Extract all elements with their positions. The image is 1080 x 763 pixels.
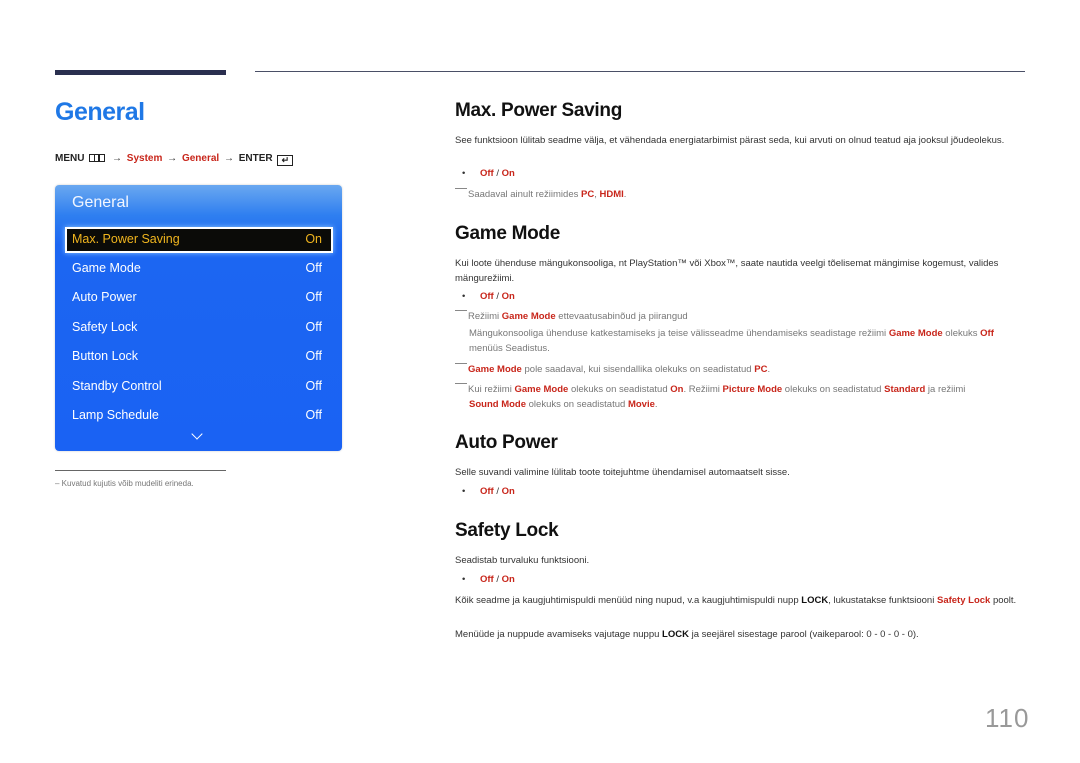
header-bar-thin bbox=[255, 71, 1025, 72]
footnote: – Kuvatud kujutis võib mudeliti erineda. bbox=[55, 479, 194, 488]
osd-item-value: Off bbox=[305, 290, 322, 304]
osd-item-label: Safety Lock bbox=[72, 320, 138, 334]
osd-item-safety-lock[interactable]: Safety Lock Off bbox=[66, 315, 332, 339]
game-mode-note-disconnect: Mängukonsooliga ühenduse katkestamiseks … bbox=[469, 328, 994, 354]
auto-power-options: • Off / On bbox=[462, 486, 515, 497]
game-mode-description: Kui loote ühenduse mängukonsooliga, nt P… bbox=[455, 258, 999, 284]
menu-path: MENU → System → General → ENTER ↵ bbox=[55, 153, 294, 166]
osd-item-label: Standby Control bbox=[72, 379, 162, 393]
chevron-down-icon[interactable] bbox=[191, 428, 203, 440]
osd-item-value: Off bbox=[305, 261, 322, 275]
arrow-icon: → bbox=[223, 153, 234, 164]
safety-lock-description: Seadistab turvaluku funktsiooni. bbox=[455, 555, 590, 566]
arrow-icon: → bbox=[112, 153, 123, 164]
max-power-saving-options: • Off / On bbox=[462, 168, 515, 179]
osd-title: General bbox=[72, 194, 129, 211]
arrow-icon: → bbox=[167, 153, 178, 164]
game-mode-note-settings: Kui režiimi Game Mode olekuks on seadist… bbox=[455, 383, 1030, 412]
auto-power-description: Selle suvandi valimine lülitab toote toi… bbox=[455, 467, 790, 478]
heading-auto-power: Auto Power bbox=[455, 432, 558, 453]
game-mode-note-precautions: Režiimi Game Mode ettevaatusabinõud ja p… bbox=[455, 310, 1030, 325]
osd-item-value: On bbox=[305, 232, 322, 246]
osd-item-value: Off bbox=[305, 320, 322, 334]
enter-label: ENTER bbox=[238, 153, 273, 164]
max-power-saving-note: Saadaval ainult režiimides PC, HDMI. bbox=[455, 188, 1030, 203]
menu-icon bbox=[89, 154, 106, 162]
heading-max-power-saving: Max. Power Saving bbox=[455, 100, 623, 121]
game-mode-note-pc: Game Mode pole saadaval, kui sisendallik… bbox=[455, 363, 1030, 378]
osd-item-label: Auto Power bbox=[72, 290, 137, 304]
header-bar-thick bbox=[55, 70, 226, 75]
osd-item-label: Lamp Schedule bbox=[72, 408, 159, 422]
osd-item-max-power-saving[interactable]: Max. Power Saving On bbox=[65, 227, 333, 253]
menu-path-system: System bbox=[126, 153, 163, 164]
osd-item-label: Max. Power Saving bbox=[72, 232, 180, 246]
safety-lock-options: • Off / On bbox=[462, 574, 515, 585]
menu-path-general: General bbox=[181, 153, 220, 164]
page-number: 110 bbox=[985, 703, 1030, 733]
osd-item-game-mode[interactable]: Game Mode Off bbox=[66, 256, 332, 280]
osd-general-menu: General Max. Power Saving On Game Mode O… bbox=[55, 185, 342, 451]
osd-item-value: Off bbox=[305, 349, 322, 363]
osd-item-button-lock[interactable]: Button Lock Off bbox=[66, 344, 332, 368]
game-mode-options: • Off / On bbox=[462, 291, 515, 302]
heading-safety-lock: Safety Lock bbox=[455, 520, 559, 541]
osd-item-label: Button Lock bbox=[72, 349, 139, 363]
menu-label: MENU bbox=[55, 153, 85, 164]
max-power-saving-description: See funktsioon lülitab seadme välja, et … bbox=[455, 135, 1005, 146]
safety-lock-unlock-info: Menüüde ja nuppude avamiseks vajutage nu… bbox=[455, 629, 919, 640]
heading-game-mode: Game Mode bbox=[455, 223, 560, 244]
page-title: General bbox=[55, 98, 145, 126]
osd-item-lamp-schedule[interactable]: Lamp Schedule Off bbox=[66, 403, 332, 427]
osd-item-label: Game Mode bbox=[72, 261, 141, 275]
footnote-divider bbox=[55, 470, 226, 471]
safety-lock-lock-info: Kõik seadme ja kaugjuhtimispuldi menüüd … bbox=[455, 595, 1017, 606]
enter-icon: ↵ bbox=[277, 155, 294, 166]
osd-item-value: Off bbox=[305, 379, 322, 393]
osd-item-standby-control[interactable]: Standby Control Off bbox=[66, 374, 332, 398]
osd-item-value: Off bbox=[305, 408, 322, 422]
osd-item-auto-power[interactable]: Auto Power Off bbox=[66, 285, 332, 309]
